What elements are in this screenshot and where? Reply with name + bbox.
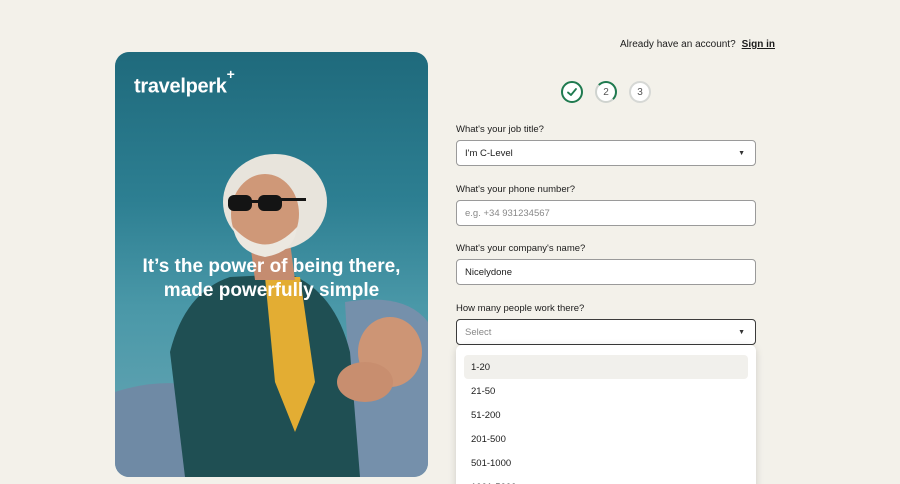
step-2-current: 2 — [595, 81, 617, 103]
tagline-line-1: It’s the power of being there, — [142, 256, 401, 277]
dropdown-option[interactable]: 1001-5000 — [464, 475, 748, 484]
job-title-value: I'm C-Level — [465, 147, 513, 159]
account-prompt-text: Already have an account? — [620, 39, 736, 50]
company-field: What's your company's name? Nicelydone — [456, 243, 756, 285]
phone-label: What's your phone number? — [456, 184, 576, 195]
company-value: Nicelydone — [465, 266, 512, 278]
caret-down-icon: ▼ — [738, 329, 745, 336]
account-prompt: Already have an account? Sign in — [620, 39, 775, 50]
step-3-pending: 3 — [629, 81, 651, 103]
job-title-field: What's your job title? I'm C-Level ▼ — [456, 124, 756, 166]
job-title-label: What's your job title? — [456, 124, 544, 135]
phone-field: What's your phone number? e.g. +34 93123… — [456, 184, 756, 226]
dropdown-option[interactable]: 501-1000 — [464, 451, 748, 475]
progress-stepper: 2 3 — [561, 81, 651, 103]
employees-field: How many people work there? Select ▼ — [456, 303, 756, 345]
job-title-select[interactable]: I'm C-Level ▼ — [456, 140, 756, 166]
employees-select[interactable]: Select ▼ — [456, 319, 756, 345]
dropdown-option[interactable]: 21-50 — [464, 379, 748, 403]
employees-dropdown: 1-20 21-50 51-200 201-500 501-1000 1001-… — [456, 345, 756, 484]
sign-in-link[interactable]: Sign in — [742, 39, 775, 50]
company-label: What's your company's name? — [456, 243, 586, 254]
company-input[interactable]: Nicelydone — [456, 259, 756, 285]
phone-placeholder: e.g. +34 931234567 — [465, 207, 550, 219]
hero-tagline: It’s the power of being there, made powe… — [115, 255, 428, 303]
tagline-line-2: made powerfully simple — [163, 280, 380, 301]
dropdown-option[interactable]: 1-20 — [464, 355, 748, 379]
phone-input[interactable]: e.g. +34 931234567 — [456, 200, 756, 226]
dropdown-option[interactable]: 201-500 — [464, 427, 748, 451]
travelperk-logo: travelperk+ — [134, 66, 235, 98]
employees-placeholder: Select — [465, 326, 492, 338]
dropdown-option[interactable]: 51-200 — [464, 403, 748, 427]
check-icon — [567, 88, 577, 96]
employees-label: How many people work there? — [456, 303, 585, 314]
caret-down-icon: ▼ — [738, 150, 745, 157]
step-1-complete — [561, 81, 583, 103]
hero-card: travelperk+ It’s the power of being ther… — [115, 52, 428, 477]
